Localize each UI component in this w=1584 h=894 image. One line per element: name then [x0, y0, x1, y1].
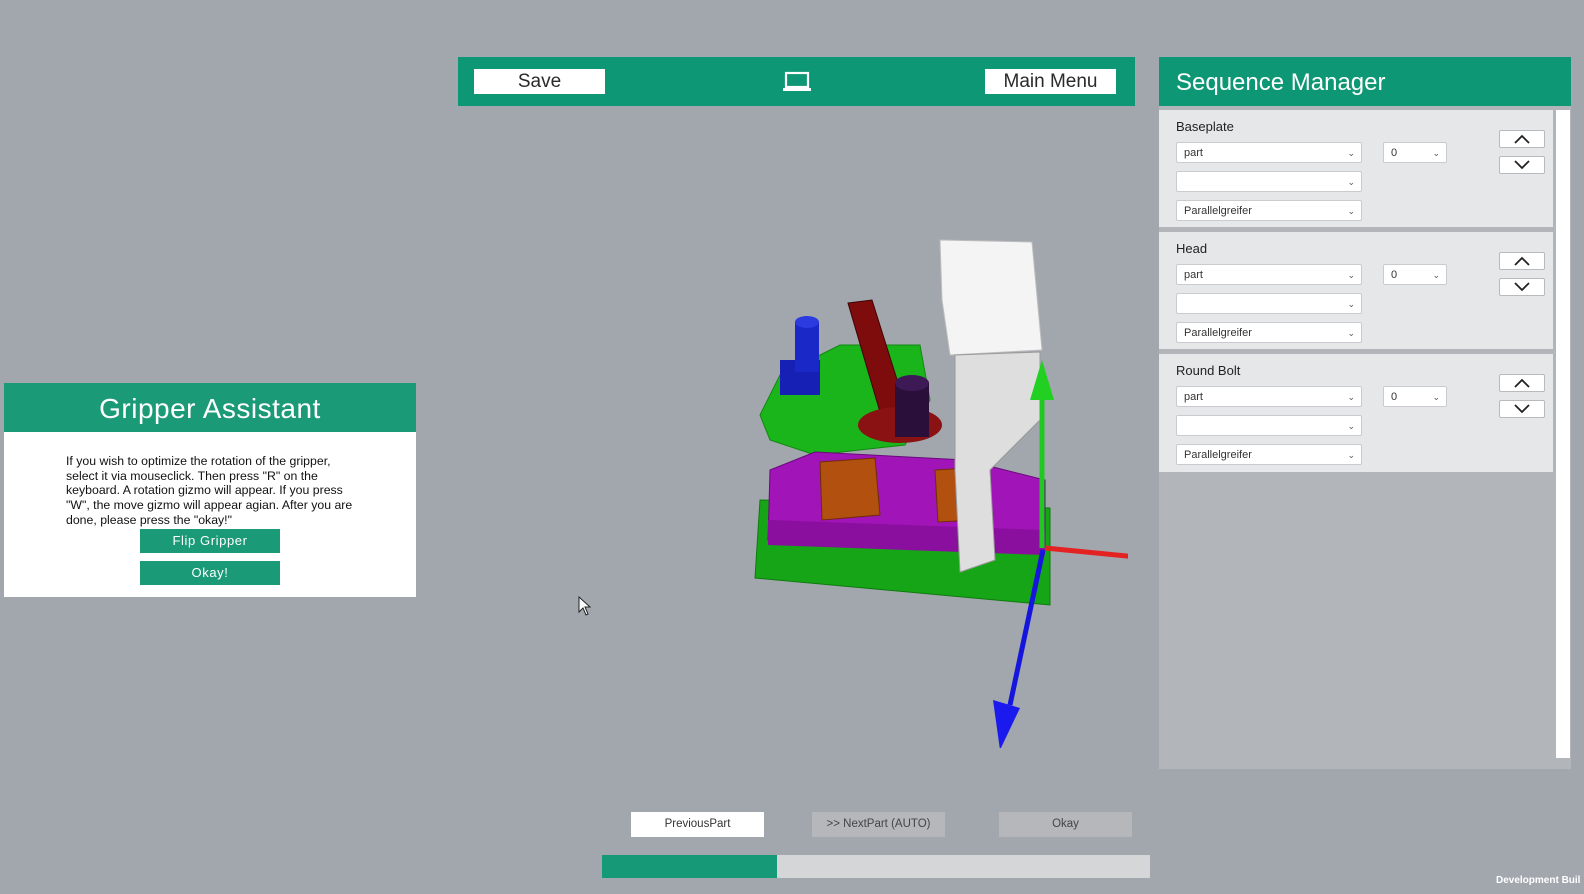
progress-fill	[602, 855, 778, 878]
chevron-down-icon	[1514, 160, 1530, 170]
chevron-down-icon	[1514, 404, 1530, 414]
slot-dropdown[interactable]: ⌄	[1176, 415, 1362, 436]
gripper-dropdown[interactable]: Parallelgreifer ⌄	[1176, 322, 1362, 343]
chevron-down-icon: ⌄	[1347, 270, 1355, 280]
chevron-down-icon: ⌄	[1432, 392, 1440, 402]
chevron-down-icon: ⌄	[1347, 450, 1355, 460]
move-down-button[interactable]	[1499, 400, 1545, 418]
index-dropdown[interactable]: 0 ⌄	[1383, 142, 1447, 163]
chevron-down-icon: ⌄	[1347, 148, 1355, 158]
chevron-up-icon	[1514, 134, 1530, 144]
gripper-dropdown[interactable]: Parallelgreifer ⌄	[1176, 444, 1362, 465]
chevron-down-icon: ⌄	[1347, 299, 1355, 309]
3d-viewport[interactable]	[428, 108, 1320, 750]
move-up-button[interactable]	[1499, 374, 1545, 392]
chevron-down-icon	[1514, 282, 1530, 292]
brown-block	[819, 457, 881, 521]
mouse-cursor-icon	[578, 595, 592, 621]
slot-dropdown[interactable]: ⌄	[1176, 293, 1362, 314]
white-gripper	[939, 239, 1043, 356]
slot-dropdown[interactable]: ⌄	[1176, 171, 1362, 192]
flip-gripper-button[interactable]: Flip Gripper	[140, 529, 280, 553]
gripper-assistant-title: Gripper Assistant	[4, 383, 416, 432]
entry-name: Baseplate	[1176, 119, 1234, 134]
move-down-button[interactable]	[1499, 278, 1545, 296]
progress-bar	[602, 855, 1150, 878]
okay-button[interactable]: Okay!	[140, 561, 280, 585]
move-up-button[interactable]	[1499, 130, 1545, 148]
chevron-down-icon: ⌄	[1347, 206, 1355, 216]
gripper-dropdown[interactable]: Parallelgreifer ⌄	[1176, 200, 1362, 221]
laptop-icon[interactable]	[782, 71, 812, 93]
okay-bottom-button[interactable]: Okay	[999, 812, 1132, 837]
save-button[interactable]: Save	[474, 69, 605, 94]
top-toolbar: Save Main Menu	[458, 57, 1135, 106]
gripper-instructions: If you wish to optimize the rotation of …	[66, 454, 353, 527]
next-part-auto-button[interactable]: >> NextPart (AUTO)	[812, 812, 945, 837]
chevron-down-icon: ⌄	[1347, 328, 1355, 338]
chevron-up-icon	[1514, 256, 1530, 266]
index-dropdown[interactable]: 0 ⌄	[1383, 264, 1447, 285]
chevron-down-icon: ⌄	[1347, 177, 1355, 187]
sequence-entry-baseplate: Baseplate part ⌄ ⌄ Parallelgreifer ⌄ 0 ⌄	[1159, 110, 1553, 227]
previous-part-button[interactable]: PreviousPart	[631, 812, 764, 837]
move-up-button[interactable]	[1499, 252, 1545, 270]
type-dropdown[interactable]: part ⌄	[1176, 386, 1362, 407]
sequence-entry-head: Head part ⌄ ⌄ Parallelgreifer ⌄ 0 ⌄	[1159, 232, 1553, 349]
sequence-manager-title: Sequence Manager	[1159, 57, 1571, 106]
entry-name: Round Bolt	[1176, 363, 1241, 378]
chevron-down-icon: ⌄	[1432, 148, 1440, 158]
entry-name: Head	[1176, 241, 1208, 256]
index-dropdown[interactable]: 0 ⌄	[1383, 386, 1447, 407]
move-down-button[interactable]	[1499, 156, 1545, 174]
sequence-entry-round-bolt: Round Bolt part ⌄ ⌄ Parallelgreifer ⌄ 0 ⌄	[1159, 354, 1553, 472]
gripper-assistant-panel: Gripper Assistant If you wish to optimiz…	[4, 383, 416, 597]
type-dropdown[interactable]: part ⌄	[1176, 264, 1362, 285]
type-dropdown[interactable]: part ⌄	[1176, 142, 1362, 163]
chevron-down-icon: ⌄	[1347, 392, 1355, 402]
sequence-scrollbar[interactable]	[1556, 110, 1570, 758]
development-build-label: Development Buil	[1496, 875, 1581, 886]
chevron-up-icon	[1514, 378, 1530, 388]
sequence-manager-panel: Sequence Manager Baseplate part ⌄ ⌄ Paral…	[1159, 57, 1571, 769]
chevron-down-icon: ⌄	[1432, 270, 1440, 280]
main-menu-button[interactable]: Main Menu	[985, 69, 1116, 94]
chevron-down-icon: ⌄	[1347, 421, 1355, 431]
